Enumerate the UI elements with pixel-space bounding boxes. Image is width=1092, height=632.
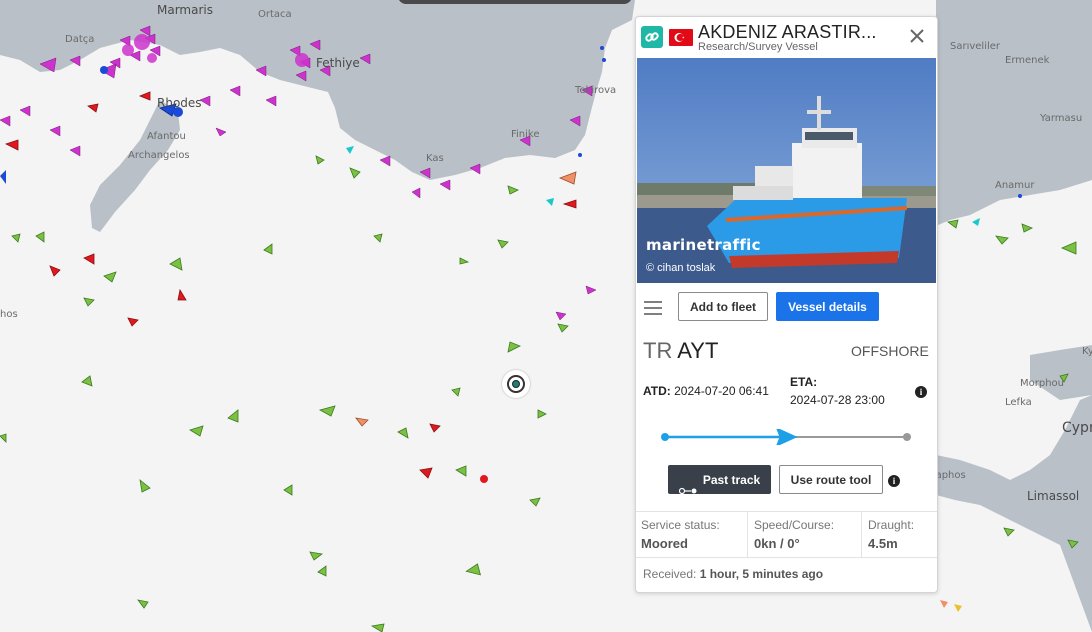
atd-row: ATD: 2024-07-20 06:41 — [643, 384, 769, 398]
place-label: Rhodes — [157, 96, 202, 110]
track-icon — [678, 477, 697, 494]
place-label: Ortaca — [258, 9, 292, 20]
received-value: 1 hour, 5 minutes ago — [699, 567, 824, 581]
use-route-tool-button[interactable]: Use route tool — [779, 465, 883, 494]
speed-course-stat: Speed/Course: 0kn / 0° — [749, 512, 862, 557]
place-label: Ky — [1082, 346, 1092, 357]
port-country-code: TR — [643, 338, 673, 363]
place-label: Yarmasu — [1040, 113, 1083, 124]
atd-label: ATD: — [643, 384, 671, 398]
port-status: OFFSHORE — [851, 343, 929, 359]
hamburger-menu-icon[interactable] — [644, 301, 662, 315]
eta-value: 2024-07-28 23:00 — [790, 393, 885, 407]
link-icon[interactable] — [641, 26, 663, 48]
place-label: Cyprus — [1062, 420, 1092, 436]
panel-header: AKDENIZ ARASTIR... Research/Survey Vesse… — [636, 17, 937, 57]
place-label: Lefka — [1005, 397, 1032, 408]
vessel-stats: Service status: Moored Speed/Course: 0kn… — [636, 511, 937, 558]
vessel-photo[interactable]: marinetraffic © cihan toslak — [637, 58, 936, 283]
map-top-bar[interactable] — [398, 0, 632, 4]
service-status-label: Service status: — [641, 518, 720, 532]
turkey-flag-icon — [669, 29, 693, 46]
draught-value: 4.5m — [868, 536, 898, 551]
destination-port[interactable]: TR AYT — [643, 338, 718, 364]
received-label: Received: — [643, 567, 697, 581]
place-label: Kas — [426, 153, 444, 164]
place-label: Tekirova — [575, 85, 617, 96]
service-status-value: Moored — [641, 536, 688, 551]
place-label: Datça — [65, 34, 95, 45]
voyage-progress-bar — [661, 427, 911, 447]
vessel-info-panel: AKDENIZ ARASTIR... Research/Survey Vesse… — [635, 16, 938, 593]
close-icon[interactable] — [908, 27, 926, 45]
place-label: Ermenek — [1005, 55, 1050, 66]
service-status-stat: Service status: Moored — [636, 512, 748, 557]
place-label: Fethiye — [316, 56, 360, 70]
vessel-type: Research/Survey Vessel — [698, 41, 818, 53]
atd-value: 2024-07-20 06:41 — [674, 384, 769, 398]
photo-credit: © cihan toslak — [646, 262, 716, 274]
place-label: Archangelos — [128, 150, 190, 161]
marinetraffic-logo: marinetraffic — [646, 236, 761, 254]
place-label: Morphou — [1020, 378, 1064, 389]
place-label: Finike — [511, 129, 540, 140]
draught-stat: Draught: 4.5m — [863, 512, 937, 557]
vessel-details-button[interactable]: Vessel details — [776, 292, 879, 321]
vessel-name: AKDENIZ ARASTIR... — [698, 22, 877, 42]
past-track-button[interactable]: Past track — [668, 465, 771, 494]
place-label: hos — [0, 309, 18, 320]
place-label: Marmaris — [157, 3, 213, 17]
port-code: AYT — [677, 338, 719, 363]
past-track-label: Past track — [702, 473, 761, 487]
place-label: Anamur — [995, 180, 1035, 191]
draught-label: Draught: — [868, 518, 915, 532]
selected-vessel-marker[interactable] — [502, 370, 530, 398]
received-row: Received: 1 hour, 5 minutes ago — [643, 567, 823, 581]
eta-info-icon[interactable]: i — [915, 386, 927, 398]
place-label: Afantou — [147, 131, 186, 142]
route-info-icon[interactable]: i — [888, 475, 900, 487]
speed-course-label: Speed/Course: — [754, 518, 835, 532]
eta-label: ETA: — [790, 375, 818, 389]
place-label: Sarıveliler — [950, 41, 1001, 52]
place-label: Limassol — [1027, 489, 1080, 503]
speed-course-value: 0kn / 0° — [754, 536, 800, 551]
add-to-fleet-button[interactable]: Add to fleet — [678, 292, 768, 321]
